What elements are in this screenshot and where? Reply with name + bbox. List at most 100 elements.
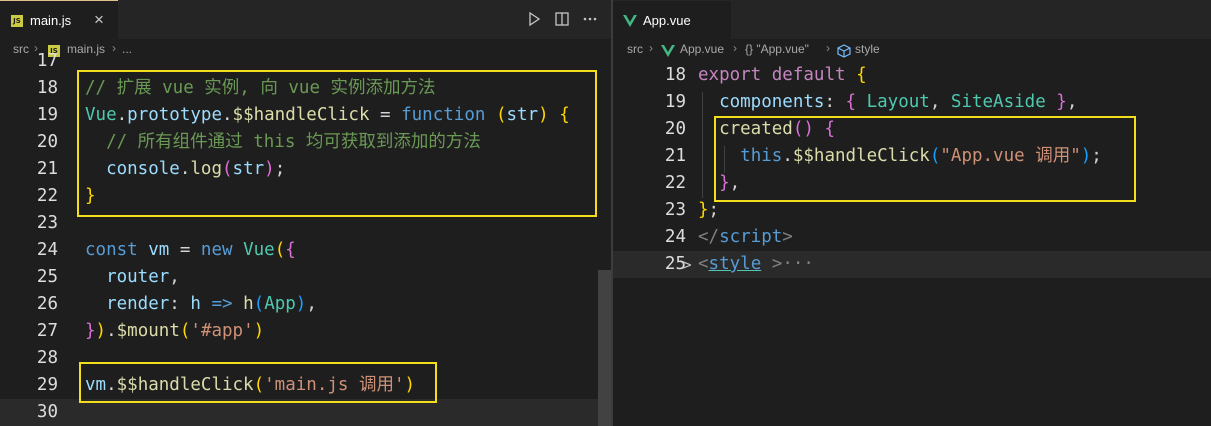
code-line[interactable]: 23 bbox=[0, 210, 611, 237]
code-token: { bbox=[845, 92, 857, 112]
run-icon[interactable] bbox=[525, 10, 543, 28]
code-token: '#app' bbox=[190, 321, 254, 341]
code-token: vm bbox=[148, 240, 170, 260]
code-line[interactable]: 21 console.log(str); bbox=[0, 156, 611, 183]
code-token: < bbox=[698, 254, 709, 274]
tab-main-js[interactable]: JS main.js × bbox=[0, 0, 118, 39]
code-token: router bbox=[106, 267, 170, 287]
line-number: 28 bbox=[36, 348, 58, 368]
code-line[interactable]: 30 bbox=[0, 399, 611, 426]
code-token: } bbox=[698, 200, 709, 220]
code-text: // 扩展 vue 实例, 向 vue 实例添加方法 bbox=[85, 75, 436, 102]
code-line[interactable]: 25 router, bbox=[0, 264, 611, 291]
code-token: } bbox=[719, 173, 730, 193]
breadcrumb-symbol[interactable]: {} "App.vue" bbox=[745, 42, 809, 56]
fold-chevron-icon[interactable]: > bbox=[682, 251, 692, 278]
line-number: 30 bbox=[36, 402, 58, 422]
code-token: str bbox=[506, 105, 539, 125]
code-text: render: h => h(App), bbox=[85, 291, 317, 318]
scrollbar-thumb[interactable] bbox=[598, 270, 611, 426]
vue-file-icon bbox=[623, 15, 637, 27]
line-number: 23 bbox=[36, 213, 58, 233]
code-editor[interactable]: 17 18// 扩展 vue 实例, 向 vue 实例添加方法 19 Vue.prot… bbox=[0, 51, 611, 426]
code-token: { bbox=[559, 105, 570, 125]
code-token: . bbox=[179, 159, 191, 179]
code-token: ) bbox=[95, 321, 107, 341]
more-actions-icon[interactable] bbox=[581, 10, 599, 28]
code-line[interactable]: 24 const vm = new Vue({ bbox=[0, 237, 611, 264]
code-token: script bbox=[719, 227, 783, 247]
code-line[interactable]: 20 // 所有组件通过 this 均可获取到添加的方法 bbox=[0, 129, 611, 156]
code-token: : bbox=[824, 92, 846, 112]
code-line[interactable]: 29 vm.$$handleClick('main.js 调用') bbox=[0, 372, 611, 399]
code-token: ) bbox=[295, 294, 307, 314]
line-number: 25 bbox=[664, 254, 686, 274]
code-text: }; bbox=[698, 197, 719, 224]
code-line[interactable]: 18 // 扩展 vue 实例, 向 vue 实例添加方法 bbox=[0, 75, 611, 102]
line-number: 22 bbox=[664, 173, 686, 193]
code-token: h bbox=[190, 294, 201, 314]
code-line[interactable]: 19 Vue.prototype.$$handleClick = function… bbox=[0, 102, 611, 129]
tab-app-vue[interactable]: App.vue bbox=[613, 0, 731, 39]
code-token: ; bbox=[708, 200, 720, 220]
code-token: ) bbox=[253, 321, 265, 341]
line-number: 24 bbox=[664, 227, 686, 247]
code-line[interactable]: 18 export default { bbox=[613, 62, 1211, 89]
code-token: , bbox=[929, 92, 951, 112]
code-text: Vue.prototype.$$handleClick = function (… bbox=[85, 102, 570, 129]
code-token: const bbox=[85, 240, 138, 260]
tab-label: main.js bbox=[30, 13, 72, 28]
code-line[interactable]: 23}; bbox=[613, 197, 1211, 224]
code-line[interactable]: 28 bbox=[0, 345, 611, 372]
code-token: components bbox=[719, 92, 825, 112]
breadcrumb-file[interactable]: App.vue bbox=[680, 42, 724, 56]
code-text: // 所有组件通过 this 均可获取到添加的方法 bbox=[85, 129, 481, 156]
code-token: ) bbox=[1080, 146, 1092, 166]
code-token: ( bbox=[179, 321, 191, 341]
code-token: } bbox=[1056, 92, 1067, 112]
code-token: "App.vue 调用" bbox=[940, 146, 1081, 166]
code-text: export default { bbox=[698, 62, 867, 89]
code-line[interactable]: 26 render: h => h(App), bbox=[0, 291, 611, 318]
code-token: log bbox=[190, 159, 222, 179]
code-text: } bbox=[85, 183, 96, 210]
code-token: vm bbox=[85, 375, 107, 395]
code-line[interactable]: 24 </script> bbox=[613, 224, 1211, 251]
chevron-right-icon: › bbox=[826, 41, 830, 55]
split-editor-icon[interactable] bbox=[553, 10, 571, 28]
vue-file-icon bbox=[661, 45, 675, 57]
code-line[interactable]: 22} bbox=[0, 183, 611, 210]
code-line[interactable]: 27}).$mount('#app') bbox=[0, 318, 611, 345]
code-token: = bbox=[369, 105, 402, 125]
code-token: ( bbox=[495, 105, 507, 125]
line-number: 17 bbox=[36, 51, 58, 71]
code-token: { bbox=[285, 240, 296, 260]
breadcrumb-folder[interactable]: src bbox=[627, 42, 643, 56]
code-token: { bbox=[824, 119, 836, 139]
line-number: 25 bbox=[36, 267, 58, 287]
line-number: 20 bbox=[36, 132, 58, 152]
code-token: ( bbox=[929, 146, 941, 166]
line-number: 29 bbox=[36, 375, 58, 395]
code-token: created bbox=[719, 119, 793, 139]
code-text: console.log(str); bbox=[85, 156, 285, 183]
breadcrumb-section[interactable]: style bbox=[855, 42, 880, 56]
code-line[interactable]: 17 bbox=[0, 48, 611, 75]
code-token: h bbox=[243, 294, 254, 314]
code-token: } bbox=[85, 321, 96, 341]
code-token: } bbox=[85, 186, 96, 206]
code-token: // 扩展 vue 实例, 向 vue 实例添加方法 bbox=[85, 78, 436, 98]
code-token: // 所有组件通过 this 均可获取到添加的方法 bbox=[106, 132, 481, 152]
code-token: ( bbox=[253, 294, 265, 314]
line-number: 22 bbox=[36, 186, 58, 206]
code-line[interactable]: 25 <style >··· bbox=[613, 251, 1211, 278]
close-icon[interactable]: × bbox=[94, 10, 104, 30]
code-token: ) bbox=[538, 105, 549, 125]
